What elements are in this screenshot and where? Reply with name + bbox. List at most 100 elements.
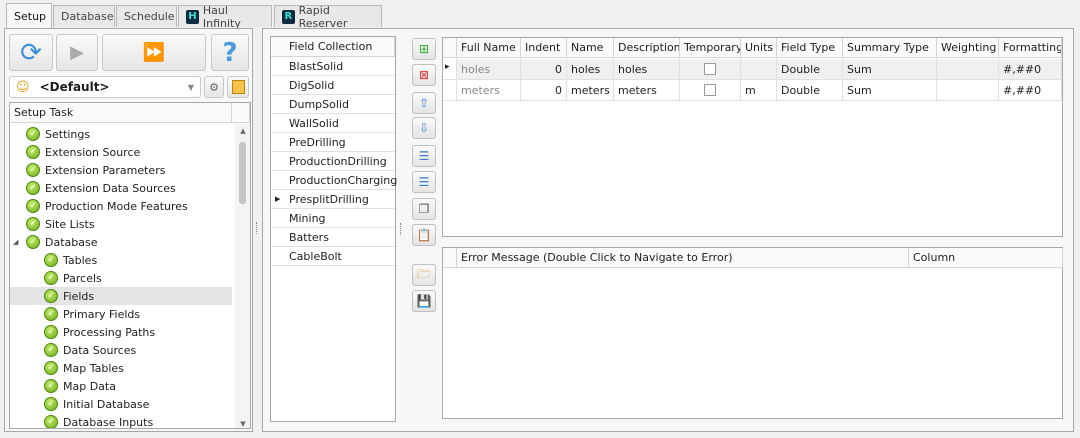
tree-item[interactable]: ✓ Database Inputs: [10, 413, 232, 428]
tree-item[interactable]: ◢ ✓ Database: [10, 233, 232, 251]
move-down-button[interactable]: ⇩: [412, 117, 436, 139]
open-button[interactable]: 🗁: [412, 264, 436, 286]
field-collection-item[interactable]: WallSolid: [271, 114, 395, 133]
field-collection-item[interactable]: ProductionCharging: [271, 171, 397, 190]
column-header-full-name[interactable]: Full Name: [457, 38, 521, 58]
column-header-temporary[interactable]: Temporary: [680, 38, 741, 58]
scroll-down-icon[interactable]: ▼: [235, 420, 250, 428]
tree-item[interactable]: ✓ Settings: [10, 125, 232, 143]
error-column-header[interactable]: Column: [909, 248, 1063, 268]
notes-button[interactable]: [227, 76, 249, 98]
cell-weighting[interactable]: [937, 59, 999, 80]
tree-item-label: Database: [45, 235, 98, 249]
column-header-indent[interactable]: Indent: [521, 38, 567, 58]
row-indicator[interactable]: [443, 80, 457, 101]
mask-icon: ☺: [16, 79, 30, 95]
tab-haul-infinity[interactable]: H Haul Infinity: [178, 4, 272, 30]
temporary-checkbox[interactable]: [704, 84, 716, 96]
tree-item[interactable]: ✓ Processing Paths: [10, 323, 232, 341]
run-all-button[interactable]: ⏩: [102, 34, 206, 71]
field-collection-item[interactable]: ▶ PresplitDrilling: [271, 190, 395, 209]
field-collection-item[interactable]: BlastSolid: [271, 57, 395, 76]
column-header-description[interactable]: Description: [614, 38, 680, 58]
error-message-header[interactable]: Error Message (Double Click to Navigate …: [457, 248, 909, 268]
tree-item[interactable]: ✓ Map Data: [10, 377, 232, 395]
cell-temporary[interactable]: [680, 80, 741, 101]
check-icon: ✓: [26, 163, 40, 177]
cell-field-type[interactable]: Double: [777, 80, 843, 101]
cell-full-name[interactable]: holes: [457, 59, 521, 80]
cell-units[interactable]: m: [741, 80, 777, 101]
cell-description[interactable]: meters: [614, 80, 680, 101]
tree-item[interactable]: ✓ Parcels: [10, 269, 232, 287]
indent-button[interactable]: ☰: [412, 145, 436, 167]
splitter-left[interactable]: [256, 222, 259, 234]
tree-item[interactable]: ✓ Initial Database: [10, 395, 232, 413]
field-collection-item[interactable]: ProductionDrilling: [271, 152, 395, 171]
tab-setup[interactable]: Setup: [6, 3, 52, 28]
tree-item[interactable]: ✓ Tables: [10, 251, 232, 269]
cell-formatting[interactable]: #,##0: [999, 80, 1062, 101]
tree-item[interactable]: ✓ Map Tables: [10, 359, 232, 377]
refresh-button[interactable]: ⟳: [9, 34, 53, 71]
add-field-button[interactable]: ⊞: [412, 38, 436, 60]
column-header-weighting[interactable]: Weighting: [937, 38, 999, 58]
cell-description[interactable]: holes: [614, 59, 680, 80]
outdent-button[interactable]: ☰: [412, 171, 436, 193]
move-up-button[interactable]: ⇧: [412, 92, 436, 114]
expand-arrow-icon[interactable]: ◢: [13, 238, 18, 246]
cell-units[interactable]: [741, 59, 777, 80]
paste-button[interactable]: 📋: [412, 224, 436, 246]
scrollbar[interactable]: ▲ ▼: [235, 124, 250, 428]
tree-item[interactable]: ✓ Extension Source: [10, 143, 232, 161]
tree-item[interactable]: ✓ Site Lists: [10, 215, 232, 233]
tab-database[interactable]: Database: [53, 5, 115, 27]
tree-item[interactable]: ✓ Fields: [10, 287, 232, 305]
delete-field-button[interactable]: ⊠: [412, 64, 436, 86]
temporary-checkbox[interactable]: [704, 63, 716, 75]
field-collection-item[interactable]: CableBolt: [271, 247, 395, 266]
field-collection-item[interactable]: DigSolid: [271, 76, 395, 95]
splitter-middle[interactable]: [400, 223, 403, 235]
field-collection-item[interactable]: Mining: [271, 209, 395, 228]
tree-item-label: Extension Source: [45, 145, 141, 159]
tree-item[interactable]: ✓ Production Mode Features: [10, 197, 232, 215]
check-icon: ✓: [26, 181, 40, 195]
cell-formatting[interactable]: #,##0: [999, 59, 1062, 80]
column-header-field-type[interactable]: Field Type: [777, 38, 843, 58]
copy-button[interactable]: ❐: [412, 198, 436, 220]
column-header-summary-type[interactable]: Summary Type: [843, 38, 937, 58]
column-header-units[interactable]: Units: [741, 38, 777, 58]
cell-summary-type[interactable]: Sum: [843, 59, 937, 80]
field-collection-item[interactable]: Batters: [271, 228, 395, 247]
field-collection-item[interactable]: DumpSolid: [271, 95, 395, 114]
run-button[interactable]: ▶: [56, 34, 98, 71]
scroll-thumb[interactable]: [239, 142, 246, 204]
tab-rapid-reserver[interactable]: R Rapid Reserver: [274, 4, 382, 30]
tree-item[interactable]: ✓ Extension Parameters: [10, 161, 232, 179]
cell-name[interactable]: meters: [567, 80, 614, 101]
field-collection-item[interactable]: PreDrilling: [271, 133, 395, 152]
help-button[interactable]: ?: [211, 34, 249, 71]
row-indicator[interactable]: ▸: [443, 59, 457, 80]
cell-field-type[interactable]: Double: [777, 59, 843, 80]
tab-schedule[interactable]: Schedule: [116, 5, 177, 27]
profile-dropdown[interactable]: ☺ <Default> ▼: [9, 76, 201, 98]
tree-item[interactable]: ✓ Primary Fields: [10, 305, 232, 323]
column-header-name[interactable]: Name: [567, 38, 614, 58]
cell-temporary[interactable]: [680, 59, 741, 80]
help-icon: ?: [222, 37, 238, 68]
cell-indent[interactable]: 0: [521, 80, 567, 101]
scroll-up-icon[interactable]: ▲: [235, 127, 250, 135]
tree-item[interactable]: ✓ Data Sources: [10, 341, 232, 359]
cell-full-name[interactable]: meters: [457, 80, 521, 101]
cell-name[interactable]: holes: [567, 59, 614, 80]
cell-indent[interactable]: 0: [521, 59, 567, 80]
field-collection-label: PresplitDrilling: [289, 193, 369, 206]
column-header-formatting[interactable]: Formatting: [999, 38, 1062, 58]
settings-button[interactable]: ⚙: [204, 76, 224, 98]
tree-item[interactable]: ✓ Extension Data Sources: [10, 179, 232, 197]
save-button[interactable]: 💾: [412, 290, 436, 312]
cell-summary-type[interactable]: Sum: [843, 80, 937, 101]
cell-weighting[interactable]: [937, 80, 999, 101]
